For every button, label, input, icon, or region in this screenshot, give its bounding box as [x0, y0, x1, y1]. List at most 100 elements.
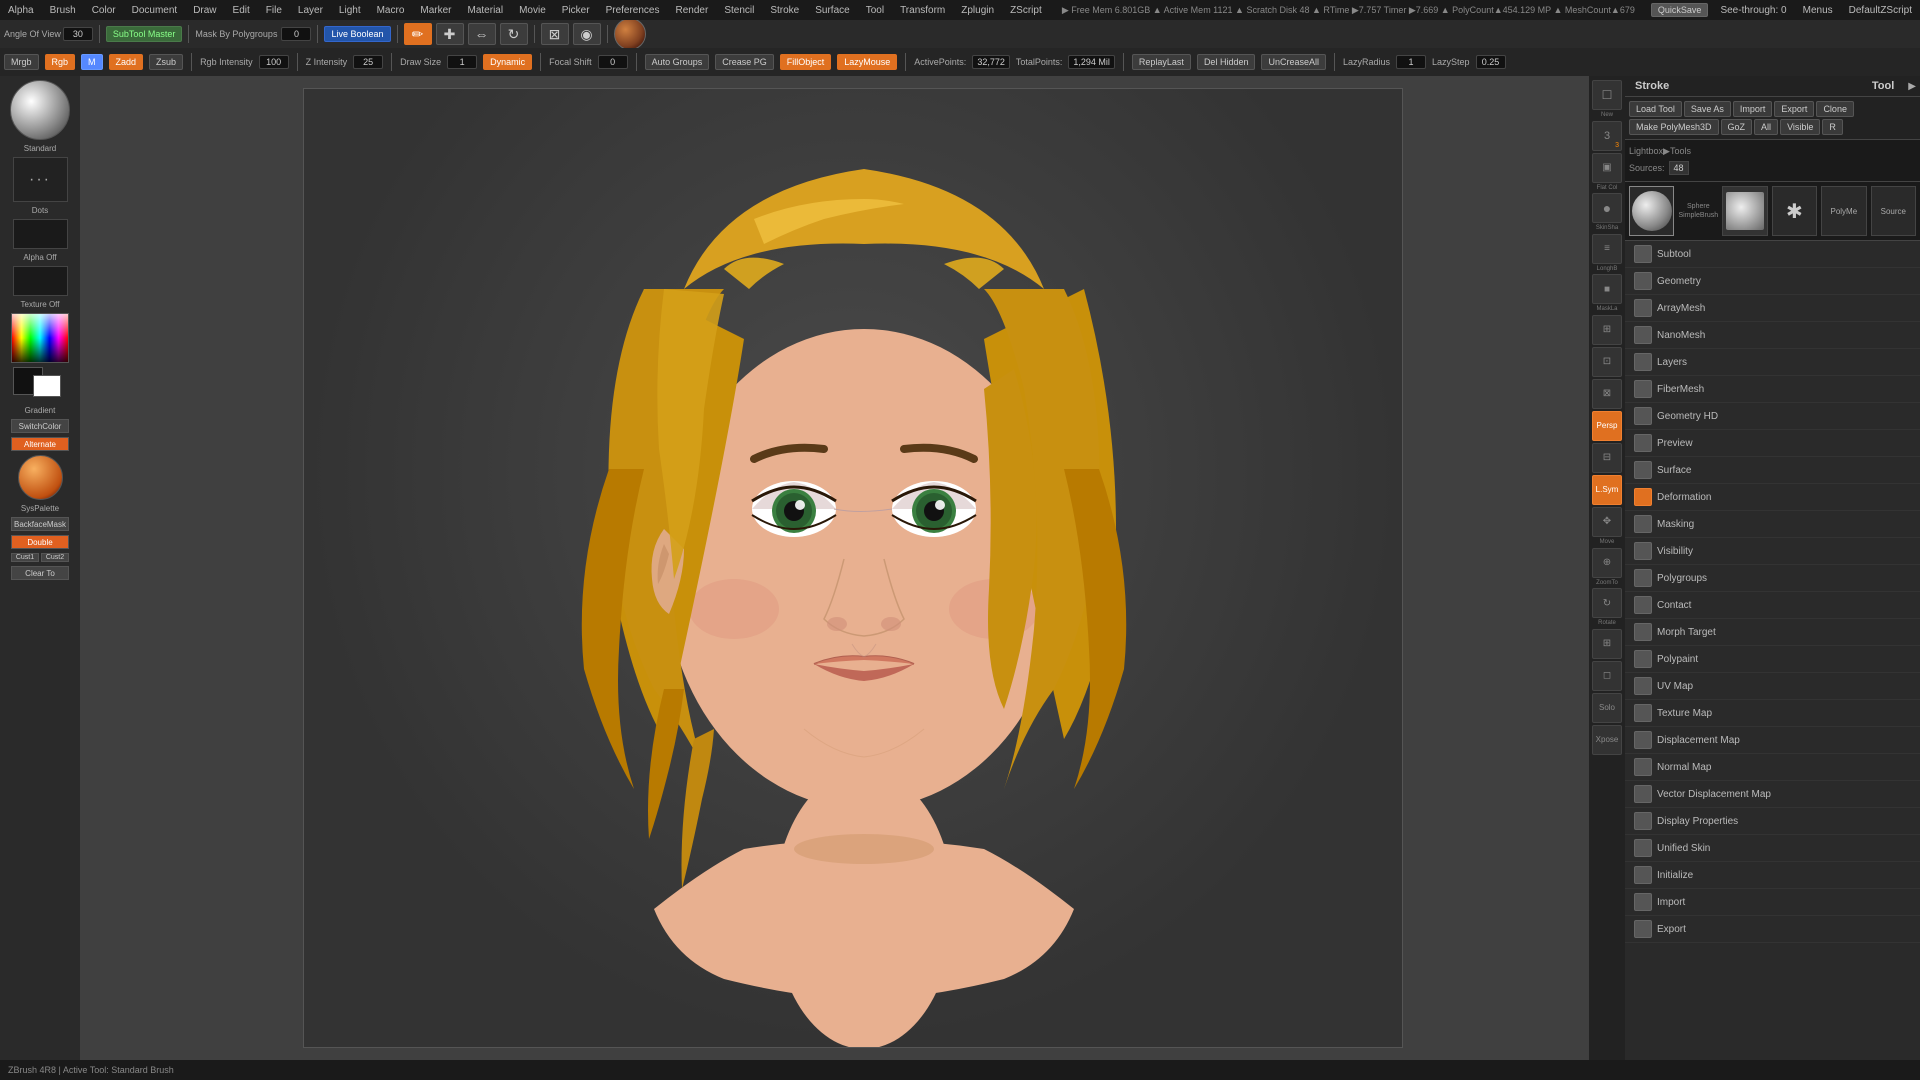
- menu-item-arraymesh[interactable]: ArrayMesh: [1625, 295, 1920, 322]
- rotate-button[interactable]: ◉: [573, 23, 601, 45]
- move-icon[interactable]: ✥: [1592, 507, 1622, 537]
- clone-button[interactable]: Clone: [1816, 101, 1854, 117]
- fill-object-button[interactable]: FillObject: [780, 54, 832, 70]
- r-button[interactable]: R: [1822, 119, 1843, 135]
- menu-item-subtool[interactable]: Subtool: [1625, 241, 1920, 268]
- menu-item-vector-displacement-map[interactable]: Vector Displacement Map: [1625, 781, 1920, 808]
- tool-title[interactable]: Tool: [1866, 78, 1900, 94]
- material-preview[interactable]: [614, 18, 646, 50]
- angle-of-view-value[interactable]: 30: [63, 27, 93, 41]
- floor-icon[interactable]: ⊟: [1592, 443, 1622, 473]
- move-mode-button[interactable]: ✚: [436, 23, 464, 45]
- menu-item-unified-skin[interactable]: Unified Skin: [1625, 835, 1920, 862]
- goz-button[interactable]: GoZ: [1721, 119, 1753, 135]
- maskv-icon[interactable]: ⊞: [1592, 315, 1622, 345]
- menu-item-surface[interactable]: Surface: [1625, 457, 1920, 484]
- menu-item-preview[interactable]: Preview: [1625, 430, 1920, 457]
- cust1-button[interactable]: Cust1: [11, 553, 39, 562]
- xpose-icon[interactable]: Xpose: [1592, 725, 1622, 755]
- menu-item-uv-map[interactable]: UV Map: [1625, 673, 1920, 700]
- alternate-button[interactable]: Alternate: [11, 437, 69, 451]
- app-menu-alpha[interactable]: Alpha: [4, 4, 38, 17]
- quicksave-button[interactable]: QuickSave: [1651, 3, 1709, 17]
- visible-button[interactable]: Visible: [1780, 119, 1820, 135]
- menu-item-deformation[interactable]: Deformation: [1625, 484, 1920, 511]
- scale-button[interactable]: ⊠: [541, 23, 569, 45]
- brush-preview-large[interactable]: [10, 80, 70, 140]
- app-menu-document[interactable]: Document: [128, 4, 182, 17]
- app-menu-macro[interactable]: Macro: [373, 4, 409, 17]
- color-gradient[interactable]: [11, 313, 69, 363]
- maskla-icon[interactable]: ■: [1592, 274, 1622, 304]
- menu-item-polygroups[interactable]: Polygroups: [1625, 565, 1920, 592]
- menu-item-initialize[interactable]: Initialize: [1625, 862, 1920, 889]
- make-polymesh-button[interactable]: Make PolyMesh3D: [1629, 119, 1719, 135]
- new-icon[interactable]: ☐: [1592, 80, 1622, 110]
- app-menu-marker[interactable]: Marker: [416, 4, 455, 17]
- polyf-icon[interactable]: ⊞: [1592, 629, 1622, 659]
- menu-item-export[interactable]: Export: [1625, 916, 1920, 943]
- app-menu-transform[interactable]: Transform: [896, 4, 949, 17]
- deform-icon[interactable]: L.Sym: [1592, 475, 1622, 505]
- import-button[interactable]: Import: [1733, 101, 1773, 117]
- preview-simple[interactable]: [1722, 186, 1767, 236]
- lightbox-label[interactable]: Lightbox▶Tools: [1629, 146, 1691, 157]
- load-tool-button[interactable]: Load Tool: [1629, 101, 1682, 117]
- app-menu-brush[interactable]: Brush: [46, 4, 80, 17]
- persp-icon[interactable]: Persp: [1592, 411, 1622, 441]
- alpha-preview[interactable]: [13, 219, 68, 249]
- app-menu-zplugin[interactable]: Zplugin: [957, 4, 998, 17]
- menu-item-contact[interactable]: Contact: [1625, 592, 1920, 619]
- rotate-icon[interactable]: ↻: [1592, 588, 1622, 618]
- app-menu-picker[interactable]: Picker: [558, 4, 594, 17]
- double-button[interactable]: Double: [11, 535, 69, 549]
- menu-item-geometry[interactable]: Geometry: [1625, 268, 1920, 295]
- transp-icon[interactable]: ◻: [1592, 661, 1622, 691]
- mask-by-polygroups-value[interactable]: 0: [281, 27, 311, 41]
- menu-item-morph-target[interactable]: Morph Target: [1625, 619, 1920, 646]
- select2-icon[interactable]: ⊠: [1592, 379, 1622, 409]
- zadd-button[interactable]: Zadd: [109, 54, 144, 70]
- clear-to-button[interactable]: Clear To: [11, 566, 69, 580]
- menu-item-nanomesh[interactable]: NanoMesh: [1625, 322, 1920, 349]
- menu-item-texture-map[interactable]: Texture Map: [1625, 700, 1920, 727]
- background-color[interactable]: [33, 375, 61, 397]
- menu-item-visibility[interactable]: Visibility: [1625, 538, 1920, 565]
- preview-polymesh[interactable]: PolyMe: [1821, 186, 1866, 236]
- dynamic-button[interactable]: Dynamic: [483, 54, 532, 70]
- focal-shift-value[interactable]: 0: [598, 55, 628, 69]
- menu-item-polypaint[interactable]: Polypaint: [1625, 646, 1920, 673]
- menu-item-masking[interactable]: Masking: [1625, 511, 1920, 538]
- rgb-intensity-value[interactable]: 100: [259, 55, 289, 69]
- app-menu-color[interactable]: Color: [88, 4, 120, 17]
- app-menu-surface[interactable]: Surface: [811, 4, 853, 17]
- longh-icon[interactable]: ≡: [1592, 234, 1622, 264]
- cust2-button[interactable]: Cust2: [41, 553, 69, 562]
- auto-groups-button[interactable]: Auto Groups: [645, 54, 710, 70]
- export-button[interactable]: Export: [1774, 101, 1814, 117]
- app-menu-render[interactable]: Render: [672, 4, 713, 17]
- brush-dots-preview[interactable]: ···: [13, 157, 68, 202]
- menu-item-fibermesh[interactable]: FiberMesh: [1625, 376, 1920, 403]
- menu-item-layers[interactable]: Layers: [1625, 349, 1920, 376]
- canvas-area[interactable]: [80, 76, 1625, 1060]
- all-button[interactable]: All: [1754, 119, 1778, 135]
- lazy-step-value[interactable]: 0.25: [1476, 55, 1506, 69]
- skin-sha-icon[interactable]: ●: [1592, 193, 1622, 223]
- menu-item-normal-map[interactable]: Normal Map: [1625, 754, 1920, 781]
- menu-item-geometryhd[interactable]: Geometry HD: [1625, 403, 1920, 430]
- preview-source[interactable]: Source: [1871, 186, 1916, 236]
- zoomto-icon[interactable]: ⊕: [1592, 548, 1622, 578]
- rgb-button[interactable]: Rgb: [45, 54, 76, 70]
- del-hidden-button[interactable]: Del Hidden: [1197, 54, 1256, 70]
- menu-item-display-properties[interactable]: Display Properties: [1625, 808, 1920, 835]
- see-through-indicator[interactable]: See-through: 0: [1716, 4, 1790, 17]
- app-menu-preferences[interactable]: Preferences: [602, 4, 664, 17]
- zsub-button[interactable]: Zsub: [149, 54, 183, 70]
- material-sphere[interactable]: [18, 455, 63, 500]
- right-panel-expand-icon[interactable]: ▶: [1908, 81, 1916, 92]
- solo-icon[interactable]: Solo: [1592, 693, 1622, 723]
- mrgb-button[interactable]: Mrgb: [4, 54, 39, 70]
- live-boolean-button[interactable]: Live Boolean: [324, 26, 390, 42]
- flat-col-icon[interactable]: ▣: [1592, 153, 1622, 183]
